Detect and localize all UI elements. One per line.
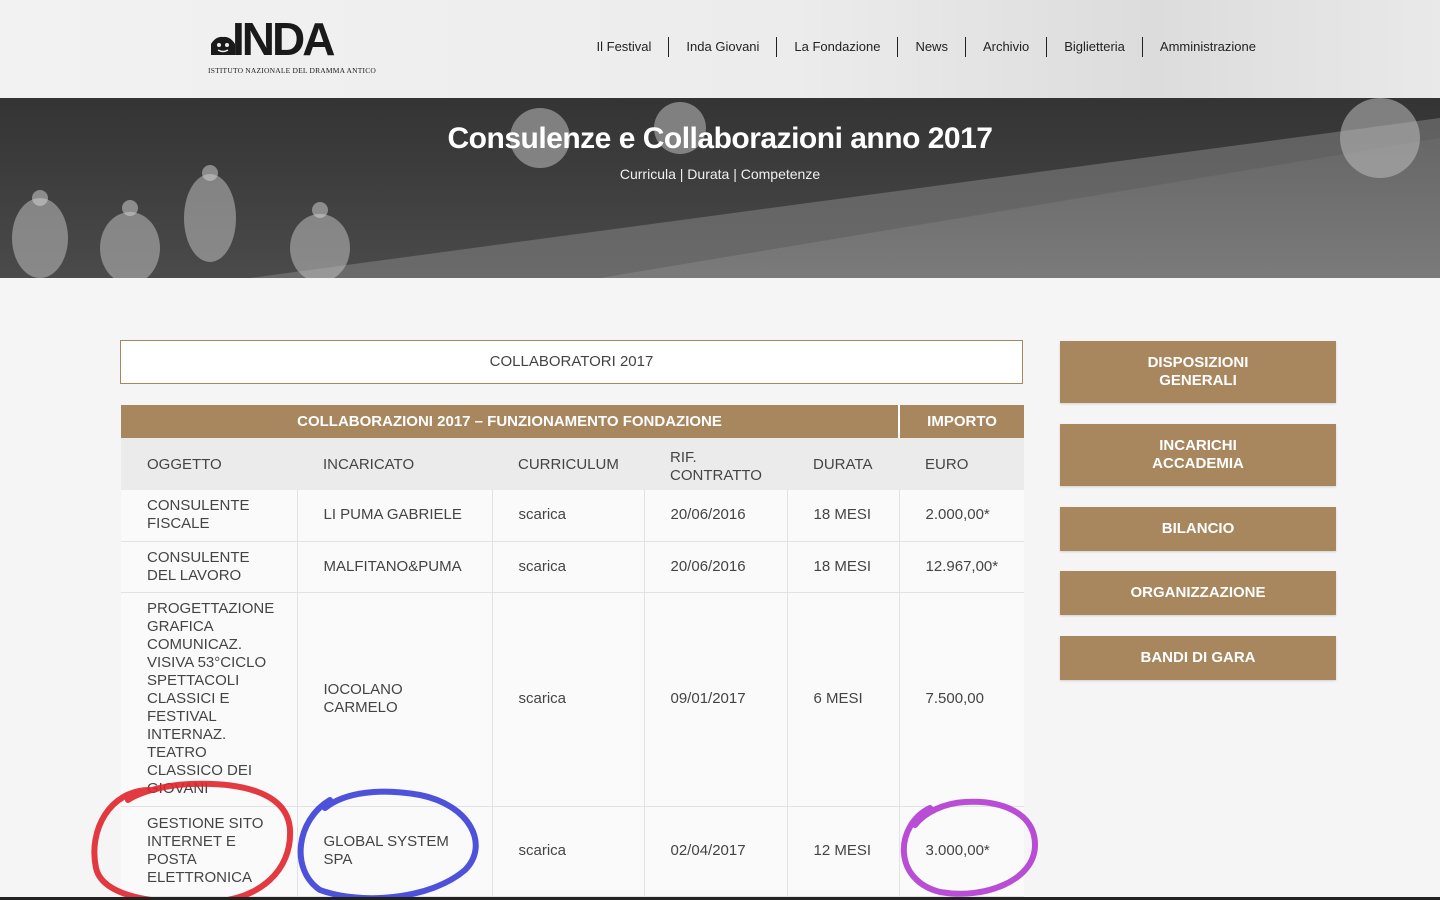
cell-rif: 09/01/2017 <box>644 592 788 807</box>
sidebar-button-disposizioni-generali[interactable]: DISPOSIZIONI GENERALI <box>1060 341 1336 403</box>
cell-oggetto: PROGETTAZIONE GRAFICA COMUNICAZ. VISIVA … <box>121 592 298 807</box>
page-title: Consulenze e Collaborazioni anno 2017 <box>447 122 993 155</box>
section-title-box: COLLABORATORI 2017 <box>120 340 1023 384</box>
cell-oggetto: CONSULENTE DEL LAVORO <box>121 541 298 593</box>
hero-banner: Consulenze e Collaborazioni anno 2017 Cu… <box>0 98 1440 278</box>
cell-rif: 02/04/2017 <box>644 806 788 897</box>
nav-biglietteria[interactable]: Biglietteria <box>1047 37 1143 57</box>
col-curriculum: CURRICULUM <box>492 438 644 490</box>
nav-amministrazione[interactable]: Amministrazione <box>1143 37 1256 57</box>
cell-rif: 20/06/2016 <box>644 541 788 593</box>
table-group-header: COLLABORAZIONI 2017 – FUNZIONAMENTO FOND… <box>121 405 901 438</box>
cell-euro: 12.967,00* <box>899 541 1025 593</box>
logo-wordmark: INDA <box>232 13 335 65</box>
download-curriculum-link[interactable]: scarica <box>492 806 645 897</box>
cell-incaricato: GLOBAL SYSTEM SPA <box>297 806 493 897</box>
nav-news[interactable]: News <box>898 37 966 57</box>
download-curriculum-link[interactable]: scarica <box>492 490 645 542</box>
nav-inda-giovani[interactable]: Inda Giovani <box>669 37 778 57</box>
main-nav: Il Festival Inda Giovani La Fondazione N… <box>580 36 1256 58</box>
cell-durata: 18 MESI <box>787 490 900 542</box>
table-column-headers: OGGETTO INCARICATO CURRICULUM RIF. CONTR… <box>121 438 1025 490</box>
col-rif-contratto: RIF. CONTRATTO <box>644 438 787 490</box>
page-subtitle: Curricula | Durata | Competenze <box>619 166 821 182</box>
cell-durata: 6 MESI <box>787 592 900 807</box>
col-euro: EURO <box>899 438 1025 490</box>
sidebar-button-incarichi-accademia[interactable]: INCARICHI ACCADEMIA <box>1060 424 1336 486</box>
cell-incaricato: IOCOLANO CARMELO <box>297 592 493 807</box>
cell-durata: 12 MESI <box>787 806 900 897</box>
col-incaricato: INCARICATO <box>297 438 492 490</box>
sidebar-button-bandi-di-gara[interactable]: BANDI DI GARA <box>1060 636 1336 680</box>
table-row: CONSULENTE FISCALE LI PUMA GABRIELE scar… <box>121 490 1025 542</box>
cell-incaricato: MALFITANO&PUMA <box>297 541 493 593</box>
cell-euro: 2.000,00* <box>899 490 1025 542</box>
download-curriculum-link[interactable]: scarica <box>492 541 645 593</box>
cell-oggetto: CONSULENTE FISCALE <box>121 490 298 542</box>
cell-euro: 3.000,00* <box>899 806 1025 897</box>
table-row: PROGETTAZIONE GRAFICA COMUNICAZ. VISIVA … <box>121 592 1025 807</box>
cell-incaricato: LI PUMA GABRIELE <box>297 490 493 542</box>
nav-il-festival[interactable]: Il Festival <box>580 37 670 57</box>
collaborations-table: COLLABORAZIONI 2017 – FUNZIONAMENTO FOND… <box>121 405 1025 897</box>
col-durata: DURATA <box>787 438 900 490</box>
nav-la-fondazione[interactable]: La Fondazione <box>777 37 899 57</box>
table-row: CONSULENTE DEL LAVORO MALFITANO&PUMA sca… <box>121 541 1025 593</box>
table-row: GESTIONE SITO INTERNET E POSTA ELETTRONI… <box>121 806 1025 897</box>
cell-durata: 18 MESI <box>787 541 900 593</box>
nav-archivio[interactable]: Archivio <box>966 37 1048 57</box>
cell-rif: 20/06/2016 <box>644 490 788 542</box>
logo-subtitle: ISTITUTO NAZIONALE DEL DRAMMA ANTICO <box>208 66 377 75</box>
col-oggetto: OGGETTO <box>121 438 297 490</box>
cell-oggetto: GESTIONE SITO INTERNET E POSTA ELETTRONI… <box>121 806 298 897</box>
site-header: INDA ISTITUTO NAZIONALE DEL DRAMMA ANTIC… <box>0 0 1440 98</box>
table-amount-header: IMPORTO <box>899 405 1025 438</box>
download-curriculum-link[interactable]: scarica <box>492 592 645 807</box>
inda-logo[interactable]: INDA ISTITUTO NAZIONALE DEL DRAMMA ANTIC… <box>208 13 376 78</box>
sidebar-button-organizzazione[interactable]: ORGANIZZAZIONE <box>1060 571 1336 615</box>
cell-euro: 7.500,00 <box>899 592 1025 807</box>
sidebar-button-bilancio[interactable]: BILANCIO <box>1060 507 1336 551</box>
